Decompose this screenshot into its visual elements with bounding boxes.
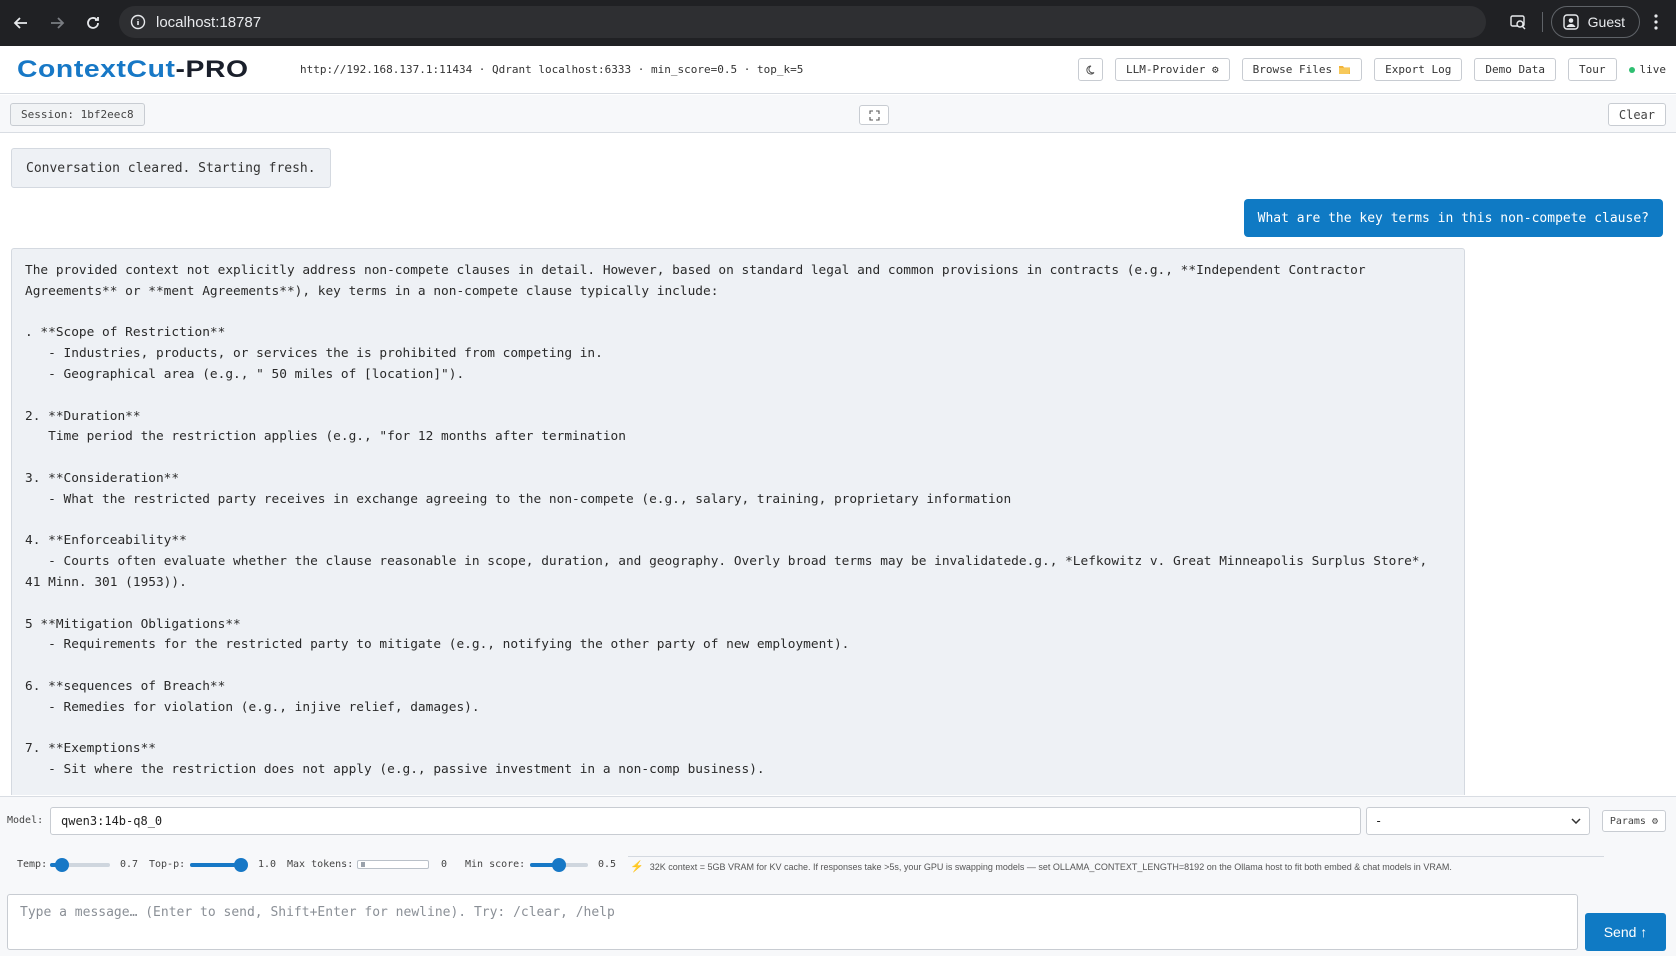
vram-warning-text: 32K context = 5GB VRAM for KV cache. If … — [649, 861, 1452, 872]
vram-warning: ⚡ 32K context = 5GB VRAM for KV cache. I… — [628, 856, 1604, 876]
model-label: Model: — [7, 815, 44, 826]
live-dot-icon — [1628, 66, 1635, 73]
top-p-label: Top-p: — [149, 859, 186, 870]
address-bar[interactable]: localhost:18787 — [119, 6, 1486, 38]
session-id-badge: Session: 1bf2eec8 — [10, 103, 145, 126]
min-score-label: Min score: — [465, 859, 526, 870]
generation-params: Temp: 0.7 Top-p: 1.0 Max tokens: 0 Min s… — [0, 846, 1676, 884]
url-text: localhost:18787 — [156, 13, 262, 31]
assistant-message: The provided context not explicitly addr… — [11, 248, 1465, 795]
send-button[interactable]: Send ↑ — [1585, 913, 1666, 951]
browse-files-button[interactable]: Browse Files — [1241, 58, 1363, 81]
temp-slider-thumb[interactable] — [55, 858, 69, 872]
site-info-icon[interactable] — [128, 12, 148, 32]
llm-provider-button[interactable]: LLM-Provider ⚙ — [1114, 58, 1230, 81]
moon-icon — [1086, 64, 1095, 74]
forward-icon[interactable] — [42, 8, 72, 38]
status-label: live — [1639, 63, 1667, 76]
profile-label: Guest — [1587, 14, 1625, 30]
clear-button[interactable]: Clear — [1607, 103, 1666, 126]
tour-button[interactable]: Tour — [1568, 58, 1617, 81]
fullscreen-button[interactable] — [859, 105, 889, 125]
top-p-slider-thumb[interactable] — [234, 858, 249, 872]
reload-icon[interactable] — [78, 8, 108, 38]
max-tokens-value: 0 — [441, 859, 448, 870]
browser-toolbar: localhost:18787 Guest — [0, 0, 1676, 46]
app-header: ContextCut-PRO http://192.168.137.1:1143… — [0, 46, 1676, 94]
system-message: Conversation cleared. Starting fresh. — [11, 148, 331, 188]
model-select-value: - — [1375, 814, 1383, 828]
user-message: What are the key terms in this non-compe… — [1243, 199, 1663, 237]
temp-value: 0.7 — [120, 859, 139, 870]
min-score-value: 0.5 — [598, 859, 617, 870]
theme-toggle-button[interactable] — [1077, 58, 1103, 81]
expand-icon — [868, 109, 880, 121]
logo-suffix: -PRO — [175, 55, 249, 83]
lightning-icon: ⚡ — [630, 861, 644, 873]
params-button[interactable]: Params ⚙ — [1601, 810, 1666, 832]
top-p-slider[interactable] — [190, 858, 249, 872]
back-icon[interactable] — [6, 8, 36, 38]
composer: Type a message… (Enter to send, Shift+En… — [0, 884, 1676, 956]
export-log-button[interactable]: Export Log — [1374, 58, 1463, 81]
search-tabs-icon[interactable] — [1502, 6, 1534, 38]
min-score-slider-thumb[interactable] — [552, 858, 566, 872]
min-score-slider[interactable] — [530, 858, 588, 872]
temp-slider[interactable] — [50, 858, 110, 872]
chevron-down-icon — [1571, 818, 1581, 824]
profile-icon — [1562, 14, 1579, 30]
chat-log[interactable]: Conversation cleared. Starting fresh. Wh… — [0, 134, 1676, 795]
max-tokens-input[interactable] — [357, 860, 429, 869]
status-indicator: live — [1628, 63, 1667, 76]
folder-icon — [1339, 66, 1351, 74]
model-select[interactable]: - — [1366, 807, 1590, 835]
profile-button[interactable]: Guest — [1550, 6, 1640, 38]
top-p-value: 1.0 — [258, 859, 277, 870]
toolbar-divider — [1541, 12, 1543, 32]
browse-files-label: Browse Files — [1252, 63, 1333, 76]
endpoint-info: http://192.168.137.1:11434 · Qdrant loca… — [300, 63, 804, 76]
message-input[interactable]: Type a message… (Enter to send, Shift+En… — [7, 894, 1578, 950]
app-logo: ContextCut-PRO — [17, 56, 249, 84]
max-tokens-label: Max tokens: — [287, 859, 354, 870]
logo-main: ContextCut — [17, 55, 176, 83]
more-menu-icon[interactable] — [1640, 6, 1672, 38]
demo-data-button[interactable]: Demo Data — [1474, 58, 1556, 81]
temp-label: Temp: — [17, 859, 48, 870]
session-bar: Session: 1bf2eec8 Clear — [0, 95, 1676, 133]
model-bar: Model: qwen3:14b-q8_0 - Params ⚙ — [0, 796, 1676, 846]
model-input[interactable]: qwen3:14b-q8_0 — [50, 807, 1361, 835]
